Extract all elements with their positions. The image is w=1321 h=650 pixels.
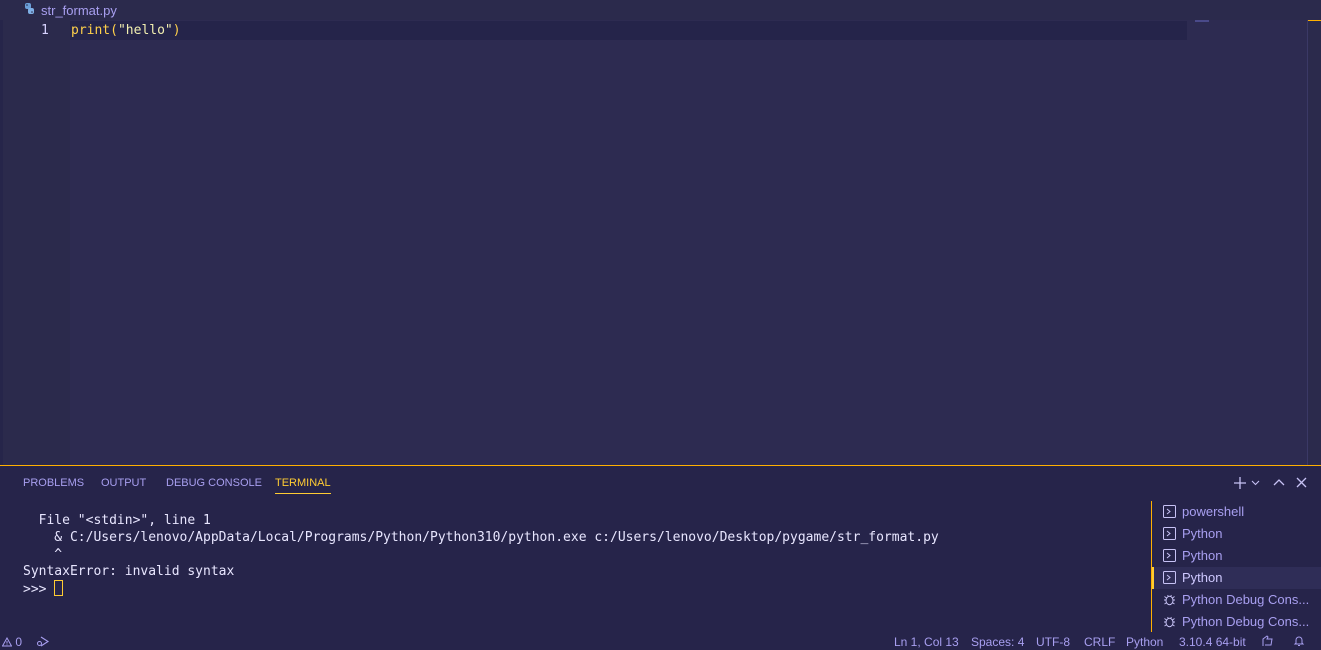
terminal-item-python-debug-console[interactable]: Python Debug Cons... [1152,589,1321,611]
breadcrumb-file-name[interactable]: str_format.py [41,3,117,18]
tab-output[interactable]: OUTPUT [101,477,146,489]
close-panel-icon[interactable] [1296,477,1307,488]
terminal-item-label: Python Debug Cons... [1182,592,1310,607]
status-python-interpreter[interactable]: 3.10.4 64-bit [1179,635,1246,649]
tab-terminal[interactable]: TERMINAL [275,477,331,494]
terminal-icon [1163,549,1176,562]
status-language-mode[interactable]: Python [1126,635,1163,649]
terminal-line: ^ [23,547,63,562]
terminal-list: powershell Python Python Python Python D… [1151,501,1321,632]
code-token-paren-open: ( [110,23,118,38]
status-cursor-position[interactable]: Ln 1, Col 13 [894,635,959,649]
breadcrumb: str_format.py [0,0,1321,20]
code-editor[interactable]: 1 print("hello") [0,20,1321,465]
warning-icon [1,636,13,647]
overview-ruler [1308,20,1321,465]
terminal-item-label: Python [1182,548,1223,563]
terminal-item-label: Python Debug Cons... [1182,614,1310,629]
status-bar: 0 Ln 1, Col 13 Spaces: 4 UTF-8 CRLF Pyth… [0,632,1321,650]
current-line-highlight [70,21,1187,40]
terminal-item-python[interactable]: Python [1152,523,1321,545]
terminal-output[interactable]: File "<stdin>", line 1 & C:/Users/lenovo… [23,512,939,598]
terminal-icon [1163,571,1176,584]
problems-count: 0 [15,635,23,649]
terminal-icon [1163,527,1176,540]
tab-debug-console[interactable]: DEBUG CONSOLE [166,477,262,489]
code-token-function: print [71,23,111,38]
terminal-item-label: Python [1182,526,1223,541]
notifications-bell-icon[interactable] [1293,635,1305,647]
terminal-line: & C:/Users/lenovo/AppData/Local/Programs… [23,530,939,545]
terminal-item-python[interactable]: Python [1152,545,1321,567]
status-problems[interactable]: 0 [1,635,23,649]
terminal-prompt-line: >>> [23,580,939,598]
run-debug-icon[interactable] [36,636,50,647]
minimap-slider[interactable] [1195,20,1209,22]
panel-tab-bar: PROBLEMS OUTPUT DEBUG CONSOLE TERMINAL [0,466,1321,500]
code-token-string: "hello" [117,23,173,38]
new-terminal-plus-icon[interactable] [1233,476,1247,490]
chevron-down-icon[interactable] [1251,480,1260,486]
terminal-item-label: powershell [1182,504,1245,519]
status-indentation[interactable]: Spaces: 4 [971,635,1024,649]
terminal-item-label: Python [1182,570,1223,585]
line-number: 1 [41,23,49,38]
terminal-line: File "<stdin>", line 1 [23,513,211,528]
code-token-paren-close: ) [172,23,181,38]
terminal-icon [1163,505,1176,518]
terminal-item-powershell[interactable]: powershell [1152,501,1321,523]
maximize-panel-chevron-up-icon[interactable] [1273,478,1285,486]
tab-problems[interactable]: PROBLEMS [23,477,84,489]
bottom-panel: PROBLEMS OUTPUT DEBUG CONSOLE TERMINAL F… [0,465,1321,632]
status-encoding[interactable]: UTF-8 [1036,635,1070,649]
status-eol[interactable]: CRLF [1084,635,1115,649]
line-number-gutter: 1 [0,20,70,465]
terminal-item-python-active[interactable]: Python [1152,567,1321,589]
debug-bug-icon [1164,616,1175,628]
code-line[interactable]: print("hello") [71,23,181,38]
terminal-prompt: >>> [23,582,55,597]
terminal-line: SyntaxError: invalid syntax [23,564,235,579]
debug-bug-icon [1164,594,1175,606]
feedback-icon[interactable] [1262,635,1275,647]
terminal-item-python-debug-console[interactable]: Python Debug Cons... [1152,611,1321,633]
python-file-icon [25,3,34,14]
terminal-cursor [54,580,64,596]
